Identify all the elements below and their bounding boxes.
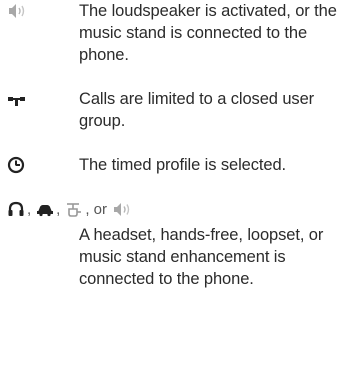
enhancement-icons-line: , , , or	[6, 198, 136, 220]
hands-free-car-icon	[35, 200, 55, 218]
headset-icon	[6, 200, 26, 218]
entry-text: The loudspeaker is activated, or the mus…	[79, 2, 337, 64]
entry-text: The timed profile is selected.	[79, 156, 287, 174]
music-stand-icon	[111, 200, 135, 218]
loudspeaker-icon	[4, 0, 34, 24]
timed-profile-clock-icon	[4, 154, 34, 178]
document-page: { "entries": [ { "icon": "loudspeaker-ic…	[0, 0, 346, 365]
closed-user-group-icon	[4, 88, 34, 112]
entry-text: A headset, hands-free, loopset, or music…	[79, 226, 324, 288]
separator: ,	[27, 200, 32, 218]
separator: , or	[85, 200, 108, 218]
separator: ,	[56, 200, 61, 218]
loopset-icon	[64, 200, 84, 218]
entry-text: Calls are limited to a closed user group…	[79, 90, 315, 130]
